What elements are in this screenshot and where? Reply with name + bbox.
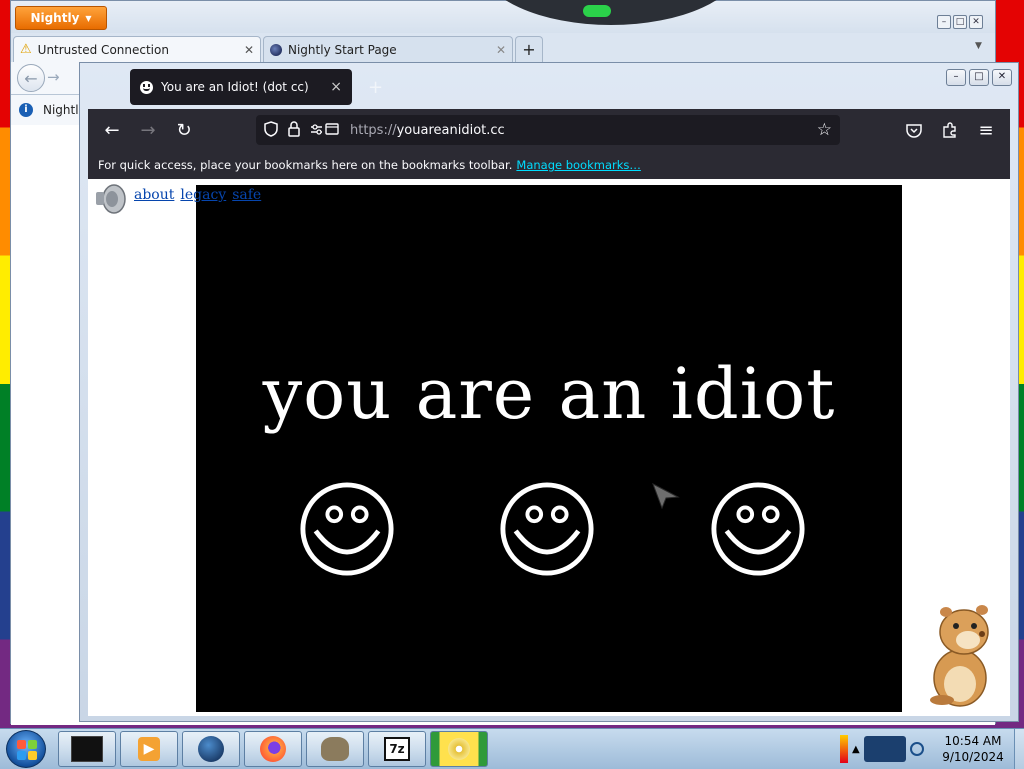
gimp-icon — [321, 737, 349, 761]
pocket-icon[interactable] — [896, 109, 932, 151]
taskbar-gimp-button[interactable] — [306, 731, 364, 767]
network-icon[interactable] — [840, 735, 848, 763]
speaker-icon[interactable] — [94, 183, 128, 215]
url-host: youareanidiot.cc — [396, 122, 505, 138]
7zip-icon: 7z — [384, 737, 410, 761]
hamster-mascot-icon[interactable] — [920, 600, 1000, 710]
bookmarks-toolbar: For quick access, place your bookmarks h… — [88, 151, 1010, 179]
smiley-favicon-icon — [140, 80, 153, 94]
system-tray: ▲ — [840, 731, 928, 767]
page-content: you are an idiot about legacy safe — [88, 179, 1010, 716]
about-link[interactable]: about — [134, 187, 174, 203]
foreground-browser-window: You are an Idiot! (dot cc) × + – □ ✕ ← →… — [79, 62, 1019, 722]
background-window-controls: – □ ✕ — [937, 15, 983, 29]
video-player[interactable]: you are an idiot — [196, 185, 902, 712]
safe-link[interactable]: safe — [232, 187, 261, 203]
bookmarks-message: For quick access, place your bookmarks h… — [98, 158, 513, 172]
taskbar: ▶ 7z ▲ 10:54 AM 9/10/2024 — [0, 728, 1024, 769]
back-arrow-icon[interactable]: ← — [94, 109, 130, 151]
clock-time: 10:54 AM — [944, 734, 1002, 748]
volume-icon[interactable] — [909, 742, 924, 756]
maximize-button[interactable]: □ — [969, 69, 989, 86]
url-text[interactable]: https://youareanidiot.cc — [350, 123, 505, 138]
windows-logo-icon — [17, 740, 37, 760]
tab-label: Untrusted Connection — [37, 42, 169, 57]
forward-arrow-icon[interactable]: → — [47, 68, 60, 86]
taskbar-firefox-button[interactable] — [244, 731, 302, 767]
tab-label: Nightly Start Page — [288, 42, 397, 57]
permissions-icon[interactable] — [310, 121, 340, 140]
tab-nightly-start-page[interactable]: Nightly Start Page ✕ — [263, 36, 513, 62]
legacy-link[interactable]: legacy — [180, 187, 226, 203]
close-tab-icon[interactable]: × — [330, 79, 342, 95]
url-bar[interactable]: https://youareanidiot.cc ☆ — [256, 115, 840, 145]
start-button[interactable] — [6, 730, 46, 768]
taskbar-terminal-button[interactable] — [58, 731, 116, 767]
close-button[interactable]: ✕ — [969, 15, 983, 29]
maximize-button[interactable]: □ — [953, 15, 967, 29]
close-button[interactable]: ✕ — [992, 69, 1012, 86]
system-clock[interactable]: 10:54 AM 9/10/2024 — [936, 733, 1010, 765]
tab-untrusted-connection[interactable]: ⚠ Untrusted Connection ✕ — [13, 36, 261, 62]
headline-text: you are an idiot — [262, 353, 836, 435]
tab-title: You are an Idiot! (dot cc) — [161, 80, 309, 94]
show-hidden-icons-icon[interactable]: ▲ — [852, 744, 860, 755]
cursor-arrow-icon — [652, 483, 680, 509]
clock-date: 9/10/2024 — [942, 750, 1004, 764]
back-arrow-icon[interactable]: ← — [17, 64, 45, 92]
hamburger-menu-icon[interactable]: ≡ — [968, 109, 1004, 151]
taskbar-globe-button[interactable] — [182, 731, 240, 767]
close-tab-icon[interactable]: ✕ — [496, 43, 506, 57]
list-all-tabs-icon[interactable]: ▼ — [975, 41, 982, 51]
terminal-icon — [71, 736, 103, 762]
tray-app-icon[interactable] — [863, 736, 906, 762]
taskbar-disc-button[interactable] — [430, 731, 488, 767]
disc-icon — [448, 738, 470, 760]
smiley-face-icon — [500, 482, 594, 576]
indicator-light — [583, 5, 611, 17]
lock-icon[interactable] — [288, 120, 300, 140]
page-links: about legacy safe — [134, 187, 261, 203]
navigation-toolbar: ← → ↻ https://youareanidiot.cc ☆ ≡ — [88, 109, 1010, 151]
reload-icon[interactable]: ↻ — [166, 109, 202, 151]
smiley-face-icon — [711, 482, 805, 576]
shield-icon[interactable] — [264, 120, 278, 140]
nightly-globe-icon — [270, 43, 282, 56]
url-scheme: https:// — [350, 122, 397, 138]
nightly-app-button[interactable]: Nightly ▼ — [15, 6, 107, 30]
extensions-icon[interactable] — [932, 109, 968, 151]
new-tab-icon[interactable]: + — [368, 77, 383, 98]
manage-bookmarks-link[interactable]: Manage bookmarks… — [516, 158, 641, 172]
new-tab-button[interactable]: + — [515, 36, 543, 62]
info-icon: i — [19, 103, 33, 117]
taskbar-7zip-button[interactable]: 7z — [368, 731, 426, 767]
star-bookmark-icon[interactable]: ☆ — [817, 120, 832, 140]
taskbar-media-player-button[interactable]: ▶ — [120, 731, 178, 767]
minimize-button[interactable]: – — [937, 15, 951, 29]
forward-arrow-icon[interactable]: → — [130, 109, 166, 151]
smiley-face-icon — [300, 482, 394, 576]
nightly-app-button-label: Nightly — [30, 11, 80, 25]
plus-icon: + — [522, 40, 536, 59]
chevron-down-icon: ▼ — [85, 13, 92, 23]
warning-icon: ⚠ — [20, 42, 32, 57]
firefox-icon — [260, 736, 286, 762]
media-player-icon: ▶ — [138, 737, 160, 761]
window-controls: – □ ✕ — [946, 69, 1012, 86]
background-titlebar — [11, 1, 995, 33]
minimize-button[interactable]: – — [946, 69, 966, 86]
close-tab-icon[interactable]: ✕ — [244, 43, 254, 57]
globe-icon — [198, 736, 224, 762]
tab-you-are-an-idiot[interactable]: You are an Idiot! (dot cc) × — [130, 69, 352, 105]
show-desktop-button[interactable] — [1014, 729, 1024, 769]
